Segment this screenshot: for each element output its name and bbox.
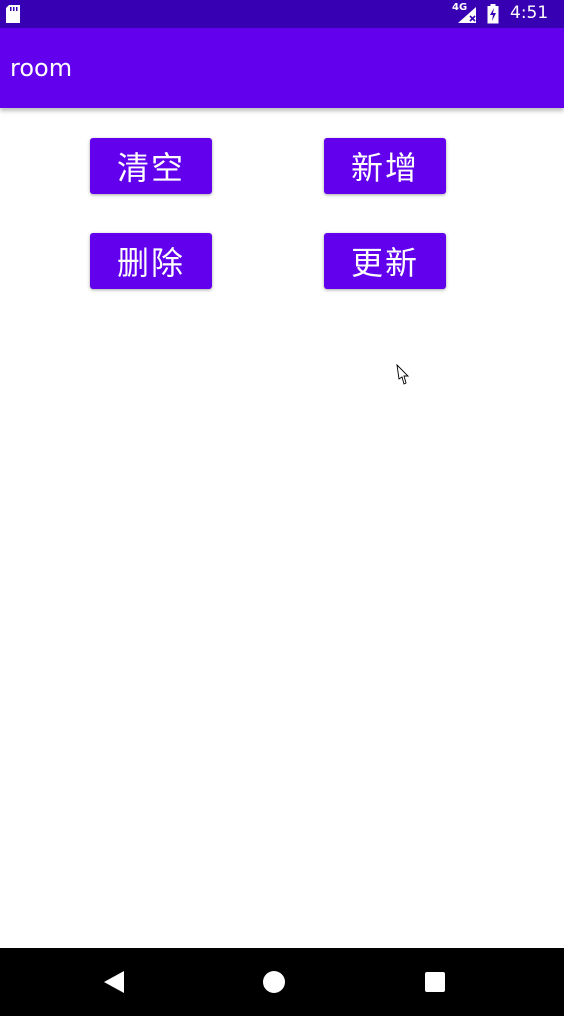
- recents-icon[interactable]: [419, 966, 451, 998]
- home-icon[interactable]: [258, 966, 290, 998]
- back-icon[interactable]: [98, 966, 130, 998]
- phone-screen: 4G 4:51 room 清空 新增 删除 更新: [0, 0, 564, 1016]
- app-title: room: [10, 54, 73, 82]
- clear-button[interactable]: 清空: [90, 138, 212, 194]
- app-bar: room: [0, 28, 564, 108]
- signal-icon: [458, 7, 476, 23]
- add-button[interactable]: 新增: [324, 138, 446, 194]
- navigation-bar: [0, 948, 564, 1016]
- delete-button[interactable]: 删除: [90, 233, 212, 289]
- sd-card-icon: [6, 5, 20, 23]
- mouse-cursor-icon: [396, 364, 410, 385]
- battery-charging-icon: [487, 4, 499, 24]
- status-bar: 4G 4:51: [0, 0, 564, 28]
- update-button[interactable]: 更新: [324, 233, 446, 289]
- clock: 4:51: [510, 3, 549, 23]
